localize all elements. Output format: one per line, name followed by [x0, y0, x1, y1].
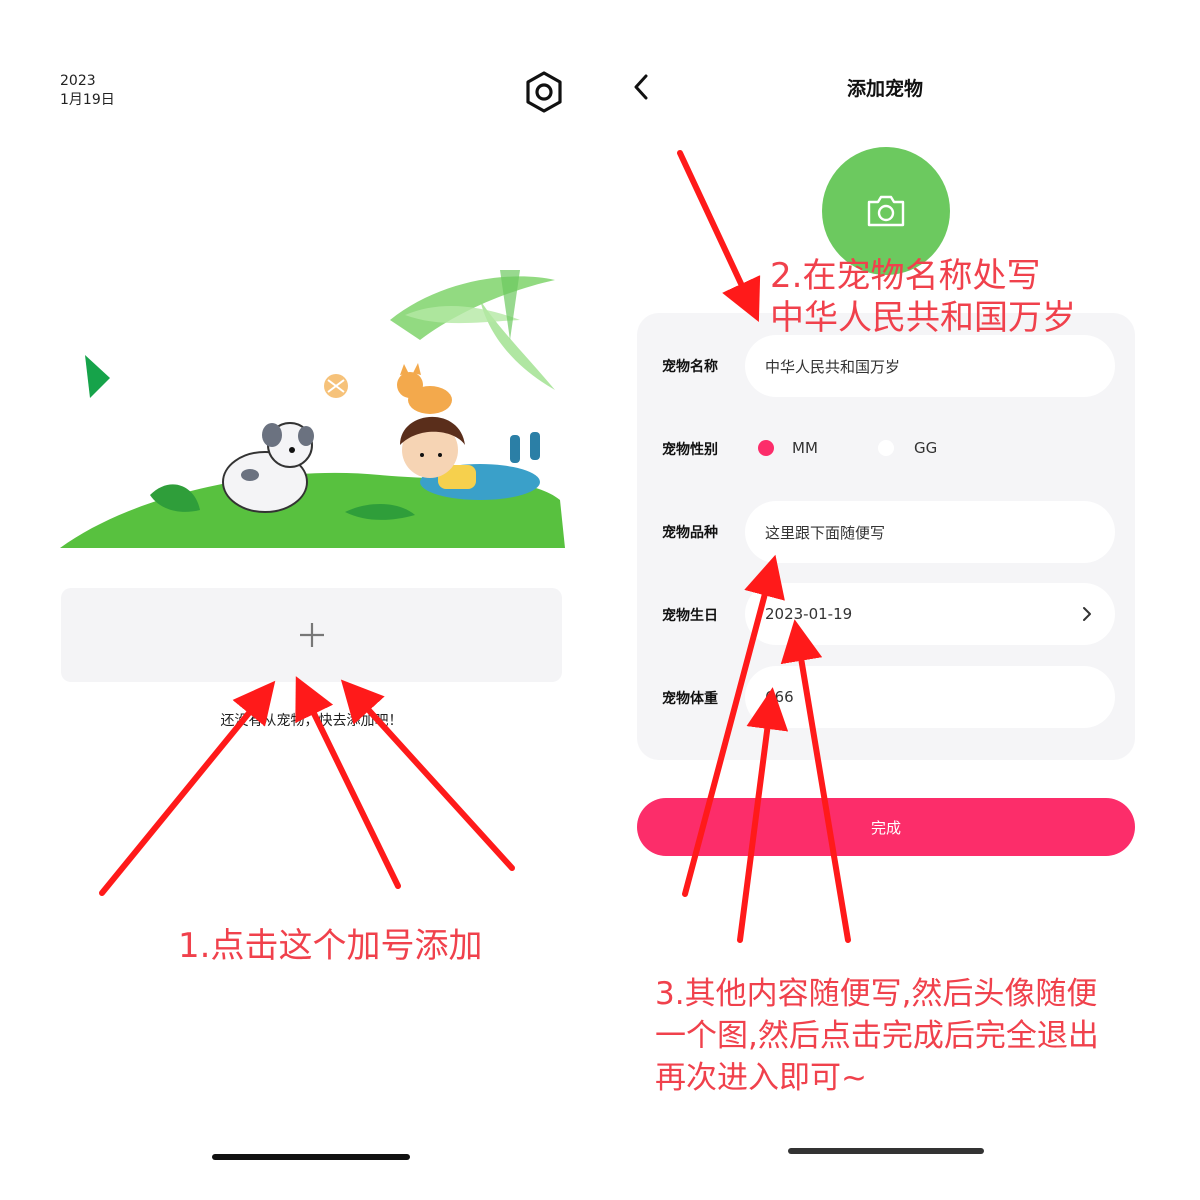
page-title: 添加宠物: [846, 78, 923, 100]
gender-radio-gg[interactable]: [878, 440, 894, 456]
gender-option-gg[interactable]: GG: [914, 439, 937, 457]
weight-label: 宠物体重: [662, 691, 718, 707]
plus-icon: [299, 623, 324, 647]
empty-state-hint: 还没有从宠物，快去添加吧！: [220, 713, 403, 729]
camera-icon: [867, 195, 905, 227]
annotation-step2-line1: 2.在宠物名称处写: [770, 256, 1041, 296]
settings-icon[interactable]: [522, 70, 566, 114]
pet-breed-input[interactable]: 这里跟下面随便写: [745, 501, 1115, 563]
pet-name-value: 中华人民共和国万岁: [765, 357, 901, 376]
birthday-label: 宠物生日: [662, 608, 718, 624]
breed-label: 宠物品种: [662, 525, 718, 541]
annotation-step1: 1.点击这个加号添加: [178, 926, 483, 966]
home-screen: 2023 1月19日 还没有从宠物，快去添加吧！: [0, 0, 588, 1200]
annotation-step3-line3: 再次进入即可~: [655, 1060, 867, 1096]
home-indicator: [788, 1148, 984, 1154]
gender-label: 宠物性别: [662, 442, 718, 458]
gender-radio-mm[interactable]: [758, 440, 774, 456]
annotation-step3-line1: 3.其他内容随便写,然后头像随便: [655, 976, 1098, 1012]
chevron-right-icon: [1083, 607, 1091, 621]
pet-name-input[interactable]: 中华人民共和国万岁: [745, 335, 1115, 397]
pet-birthday-picker[interactable]: 2023-01-19: [745, 583, 1115, 645]
add-pet-button[interactable]: [61, 588, 562, 682]
pet-illustration: [60, 270, 565, 548]
pet-form: 宠物名称 中华人民共和国万岁 宠物性别 MM GG 宠物品种 这里跟下面随便写 …: [637, 313, 1135, 760]
date-year: 2023: [60, 73, 96, 89]
submit-button[interactable]: 完成: [637, 798, 1135, 856]
pet-weight-value: 666: [765, 688, 794, 706]
pet-weight-input[interactable]: 666: [745, 666, 1115, 728]
pet-birthday-value: 2023-01-19: [765, 605, 853, 623]
gender-option-mm[interactable]: MM: [792, 439, 818, 457]
pet-breed-value: 这里跟下面随便写: [765, 523, 886, 542]
annotation-step3-line2: 一个图,然后点击完成后完全退出: [655, 1018, 1099, 1054]
date-display: 2023 1月19日: [60, 72, 115, 110]
annotation-step2-line2: 中华人民共和国万岁: [770, 298, 1076, 338]
home-indicator: [212, 1154, 410, 1160]
name-label: 宠物名称: [662, 359, 718, 375]
date-day: 1月19日: [60, 92, 115, 108]
